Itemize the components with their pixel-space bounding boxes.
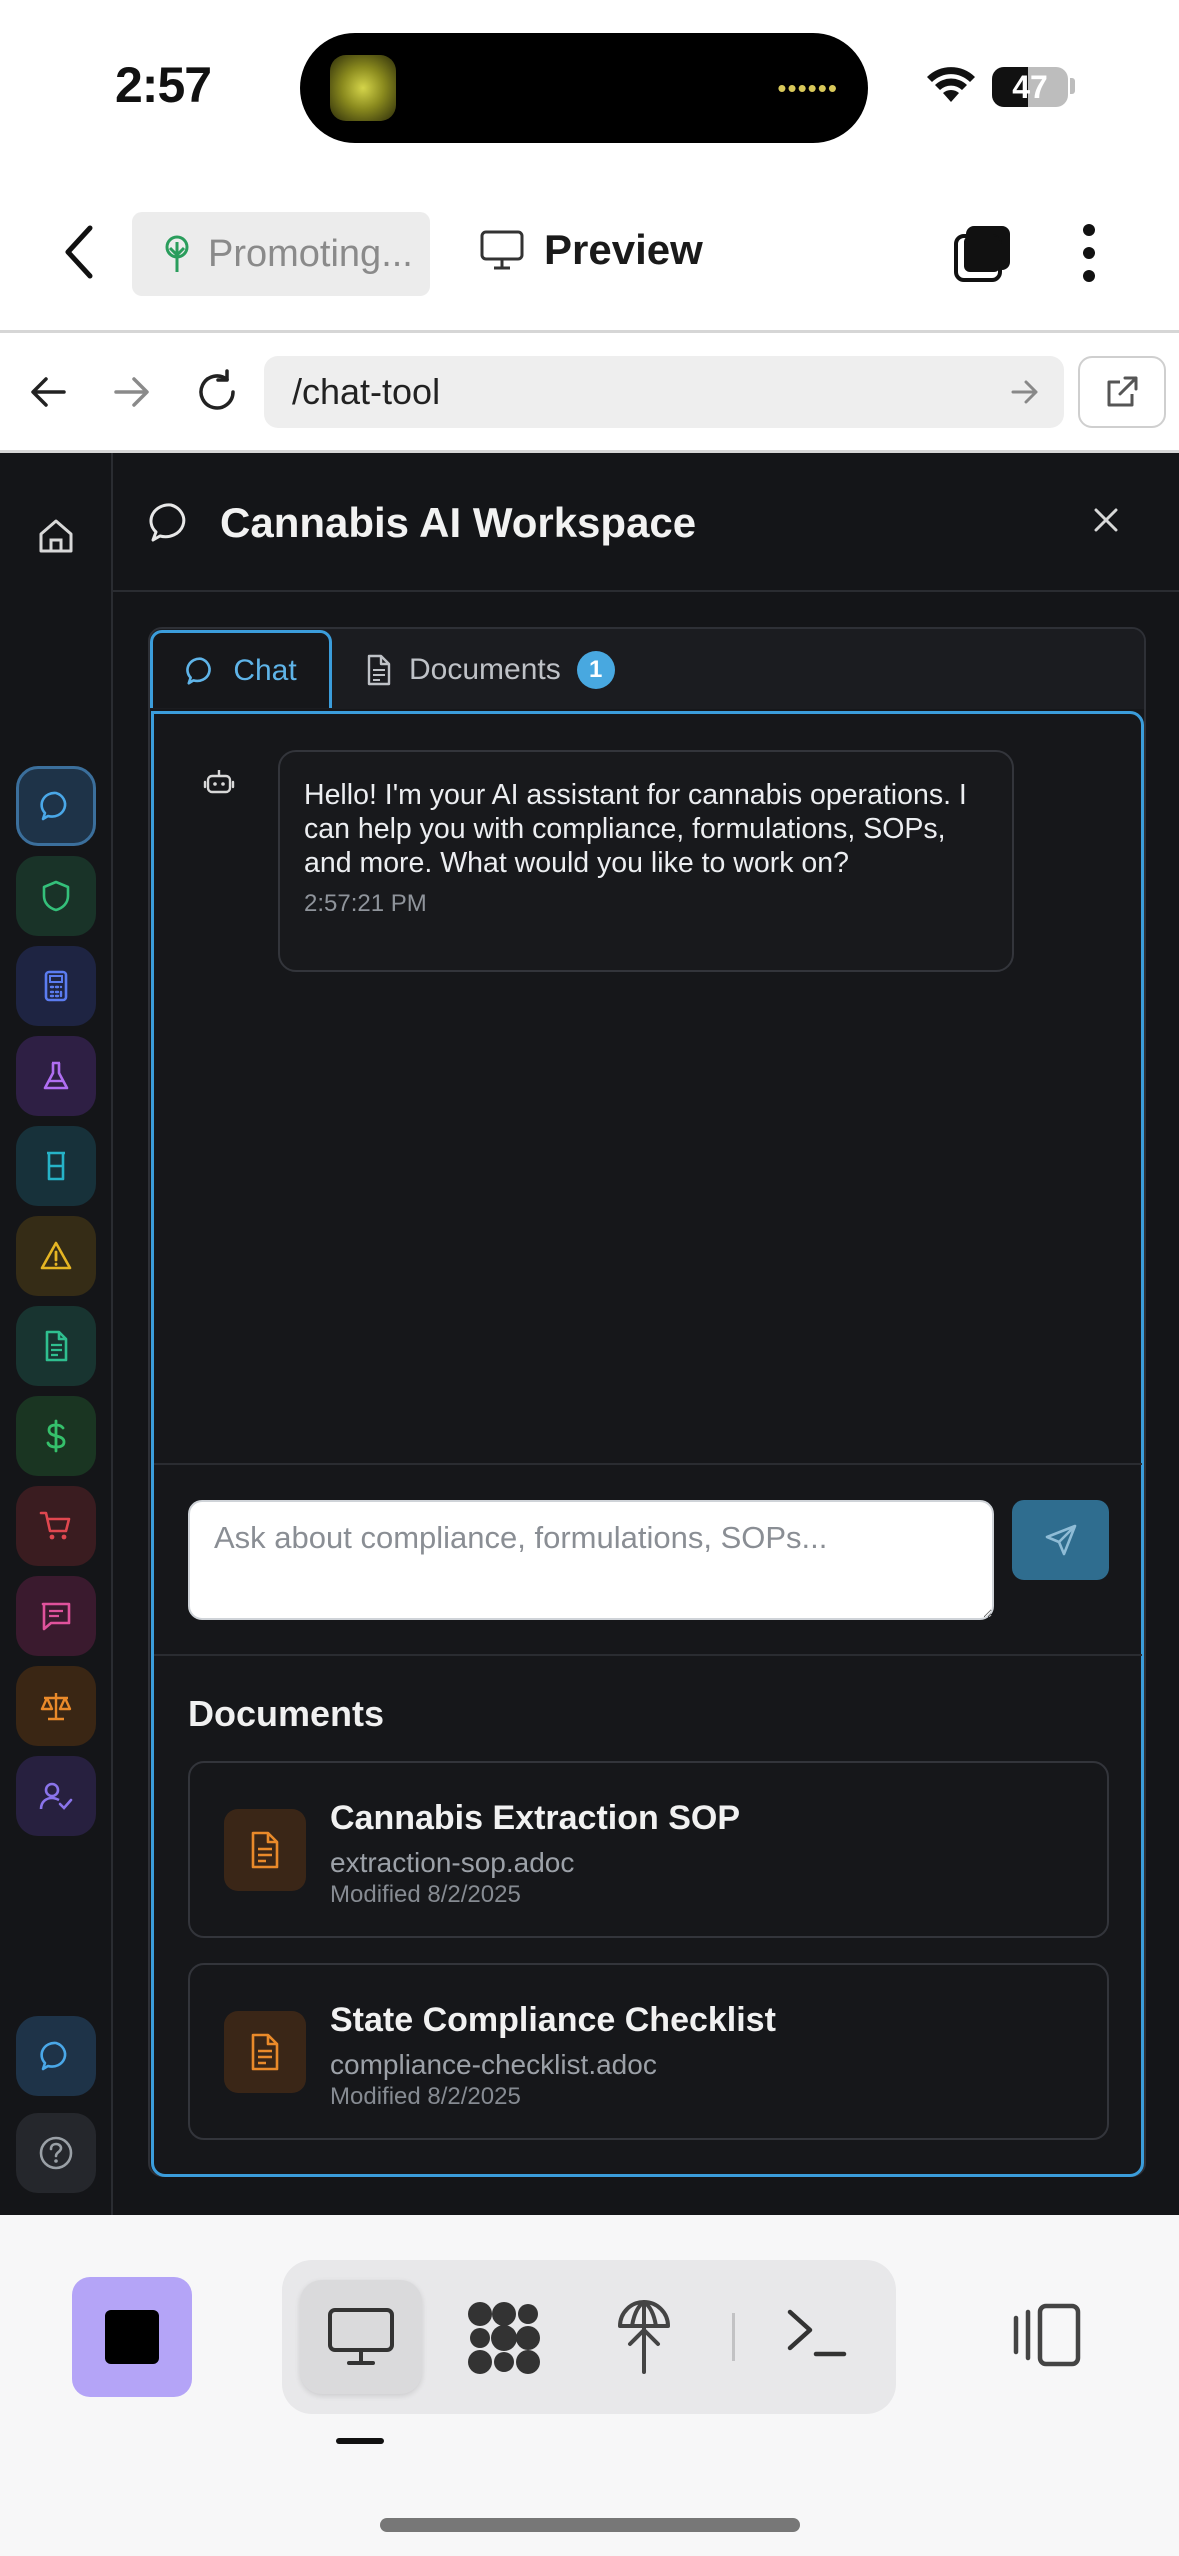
preview-button[interactable]: Preview [480,226,703,274]
documents-heading: Documents [188,1693,385,1734]
battery-nub [1070,78,1075,94]
url-bar[interactable]: /chat-tool [264,356,1064,428]
status-time: 2:57 [115,57,212,113]
document-filename: extraction-sop.adoc [330,1847,575,1878]
dynamic-island: •••••• [300,33,868,143]
tab-chat-label: Chat [233,653,297,687]
sidebar-item-help[interactable] [16,2113,96,2193]
dollar-icon [46,1419,66,1453]
document-card[interactable]: Cannabis Extraction SOP extraction-sop.a… [188,1761,1109,1938]
beaker-icon [47,1151,65,1181]
document-icon [367,654,391,686]
cart-icon [39,1511,71,1540]
home-icon[interactable] [16,496,96,576]
open-external-button[interactable] [1078,356,1166,428]
document-title: Cannabis Extraction SOP [330,1799,740,1837]
divider [0,330,1179,333]
chat-icon [40,791,67,821]
project-chip-label: Promoting... [208,232,413,275]
close-icon[interactable] [1092,506,1120,534]
back-button[interactable] [60,222,100,282]
sidebar-item-staff[interactable] [16,1756,96,1836]
more-options-icon[interactable] [1080,222,1098,284]
document-icon [224,2011,306,2093]
tabs-icon[interactable] [952,222,1014,284]
send-icon [1045,1524,1076,1556]
desktop-view-button[interactable] [300,2280,422,2394]
document-modified: Modified 8/2/2025 [330,1881,521,1908]
tab-documents-label: Documents [409,653,561,686]
sidebar-item-finance[interactable] [16,1396,96,1476]
stop-button[interactable] [72,2277,192,2397]
project-chip[interactable]: Promoting... [132,212,430,296]
help-icon [39,2136,73,2170]
warning-icon [40,1241,72,1270]
document-filename: compliance-checklist.adoc [330,2049,657,2080]
sidebar-item-messages[interactable] [16,1576,96,1656]
message-timestamp: 2:57:21 PM [304,890,427,917]
message-icon [41,1602,71,1631]
split-view-icon[interactable] [1010,2302,1082,2368]
wifi-icon [925,64,977,104]
home-indicator [380,2518,800,2532]
battery-indicator: 47 [992,67,1068,107]
browser-forward-icon[interactable] [112,374,152,410]
external-link-icon [1107,376,1138,407]
scale-icon [40,1693,72,1721]
battery-level: 47 [1012,69,1048,105]
sidebar-item-documents[interactable] [16,1306,96,1386]
sidebar-item-lab[interactable] [16,1126,96,1206]
url-text: /chat-tool [292,371,441,412]
sidebar [0,453,113,2215]
ai-agent-icon[interactable] [462,2300,546,2376]
divider [732,2313,735,2361]
document-icon [224,1809,306,1891]
message-text: Hello! I'm your AI assistant for cannabi… [304,779,967,879]
deploy-icon[interactable] [616,2296,672,2376]
stop-icon [105,2310,159,2364]
sidebar-item-chat[interactable] [16,766,96,846]
divider [154,1463,1142,1465]
terminal-icon[interactable] [786,2304,848,2360]
sidebar-item-store[interactable] [16,1486,96,1566]
divider [154,1654,1142,1656]
shield-icon [42,880,70,912]
tab-documents[interactable]: Documents 1 [365,640,615,700]
reload-icon[interactable] [193,368,241,416]
preview-label: Preview [544,226,703,273]
sidebar-item-alerts[interactable] [16,1216,96,1296]
user-check-icon [39,1782,73,1810]
chat-icon [186,656,212,685]
document-title: State Compliance Checklist [330,2001,776,2039]
page-title: Cannabis AI Workspace [220,499,697,546]
app-activity-icon [330,55,396,121]
sidebar-item-calculator[interactable] [16,946,96,1026]
divider [113,590,1179,592]
sidebar-item-legal[interactable] [16,1666,96,1746]
documents-count-badge: 1 [576,651,615,689]
activity-dots-icon: •••••• [777,73,838,103]
flask-icon [43,1061,69,1090]
tree-icon [165,235,189,272]
monitor-icon [328,2308,394,2365]
tab-chat[interactable]: Chat [150,630,332,708]
chat-icon [40,2041,67,2071]
document-card[interactable]: State Compliance Checklist compliance-ch… [188,1963,1109,2140]
chat-icon [148,500,194,546]
assistant-message: Hello! I'm your AI assistant for cannabi… [278,750,1014,972]
calculator-icon [44,970,68,1002]
bot-icon [203,767,235,799]
browser-back-icon[interactable] [28,374,68,410]
send-button[interactable] [1012,1500,1109,1580]
go-arrow-icon[interactable] [1010,379,1040,405]
sidebar-item-formulations[interactable] [16,1036,96,1116]
document-modified: Modified 8/2/2025 [330,2083,521,2110]
document-icon [45,1330,68,1362]
sidebar-item-compliance[interactable] [16,856,96,936]
active-tool-indicator [336,2438,384,2444]
chat-input[interactable] [188,1500,994,1620]
sidebar-item-chat-bottom[interactable] [16,2016,96,2096]
monitor-icon [480,230,524,270]
